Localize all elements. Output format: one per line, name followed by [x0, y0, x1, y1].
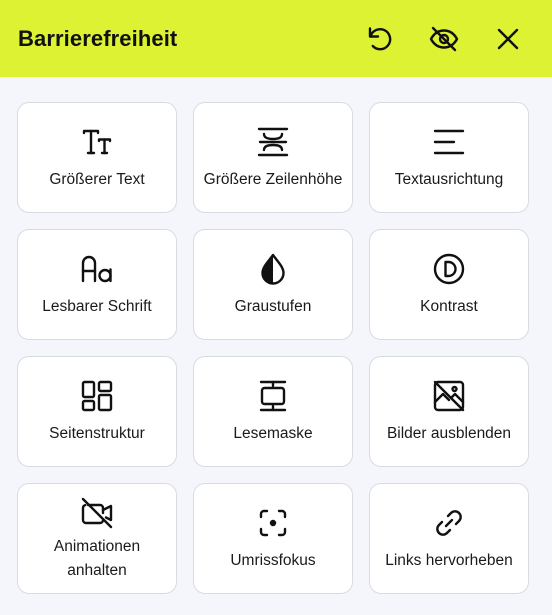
panel-header: Barrierefreiheit	[0, 0, 552, 77]
tile-page-structure[interactable]: Seitenstruktur	[17, 356, 177, 467]
panel-title: Barrierefreiheit	[18, 25, 178, 51]
tile-text-align[interactable]: Textausrichtung	[369, 102, 529, 213]
tile-label: Textausrichtung	[394, 170, 504, 188]
close-button[interactable]	[476, 0, 540, 77]
tile-label: Kontrast	[420, 297, 478, 315]
tile-label: Größere Zeilenhöhe	[203, 170, 343, 188]
line-height-icon	[257, 127, 289, 156]
text-align-icon	[433, 129, 465, 154]
hide-images-icon	[433, 380, 465, 411]
eye-off-icon	[429, 26, 459, 51]
tile-bigger-text[interactable]: Größerer Text	[17, 102, 177, 213]
tile-label: Lesbarer Schrift	[42, 297, 152, 315]
font-icon	[81, 255, 112, 282]
tile-hide-images[interactable]: Bilder ausblenden	[369, 356, 529, 467]
tile-readable-font[interactable]: Lesbarer Schrift	[17, 229, 177, 340]
close-icon	[497, 28, 519, 49]
tile-label: Umrissfokus	[230, 551, 316, 569]
tile-stop-animations[interactable]: Animationen anhalten	[17, 483, 177, 594]
tile-label: Lesemaske	[233, 424, 313, 442]
tile-reading-mask[interactable]: Lesemaske	[193, 356, 353, 467]
tile-label: Seitenstruktur	[49, 424, 145, 442]
reset-button[interactable]	[348, 0, 412, 77]
reset-icon	[368, 26, 392, 50]
tile-label: Bilder ausblenden	[386, 424, 512, 442]
stop-animations-icon	[81, 497, 113, 528]
page-structure-icon	[81, 380, 113, 411]
tile-label: Graustufen	[234, 297, 312, 315]
tile-outline-focus[interactable]: Umrissfokus	[193, 483, 353, 594]
grayscale-icon	[261, 253, 285, 285]
reading-mask-icon	[259, 380, 287, 411]
tile-grayscale[interactable]: Graustufen	[193, 229, 353, 340]
tile-line-height[interactable]: Größere Zeilenhöhe	[193, 102, 353, 213]
contrast-icon	[433, 253, 465, 284]
header-actions	[348, 0, 552, 77]
features-grid: Größerer Text Größere Zeilenhöhe Textaus…	[17, 102, 529, 594]
tile-label: Animationen anhalten	[53, 537, 141, 579]
accessibility-panel: Barrierefreiheit Größerer Text Größere Z…	[0, 0, 552, 615]
text-size-icon	[82, 129, 112, 154]
highlight-links-icon	[436, 509, 462, 536]
tile-label: Größerer Text	[49, 170, 145, 188]
tile-label: Links hervorheben	[385, 551, 513, 569]
outline-focus-icon	[259, 509, 287, 536]
hide-button[interactable]	[412, 0, 476, 77]
tile-contrast[interactable]: Kontrast	[369, 229, 529, 340]
tile-highlight-links[interactable]: Links hervorheben	[369, 483, 529, 594]
